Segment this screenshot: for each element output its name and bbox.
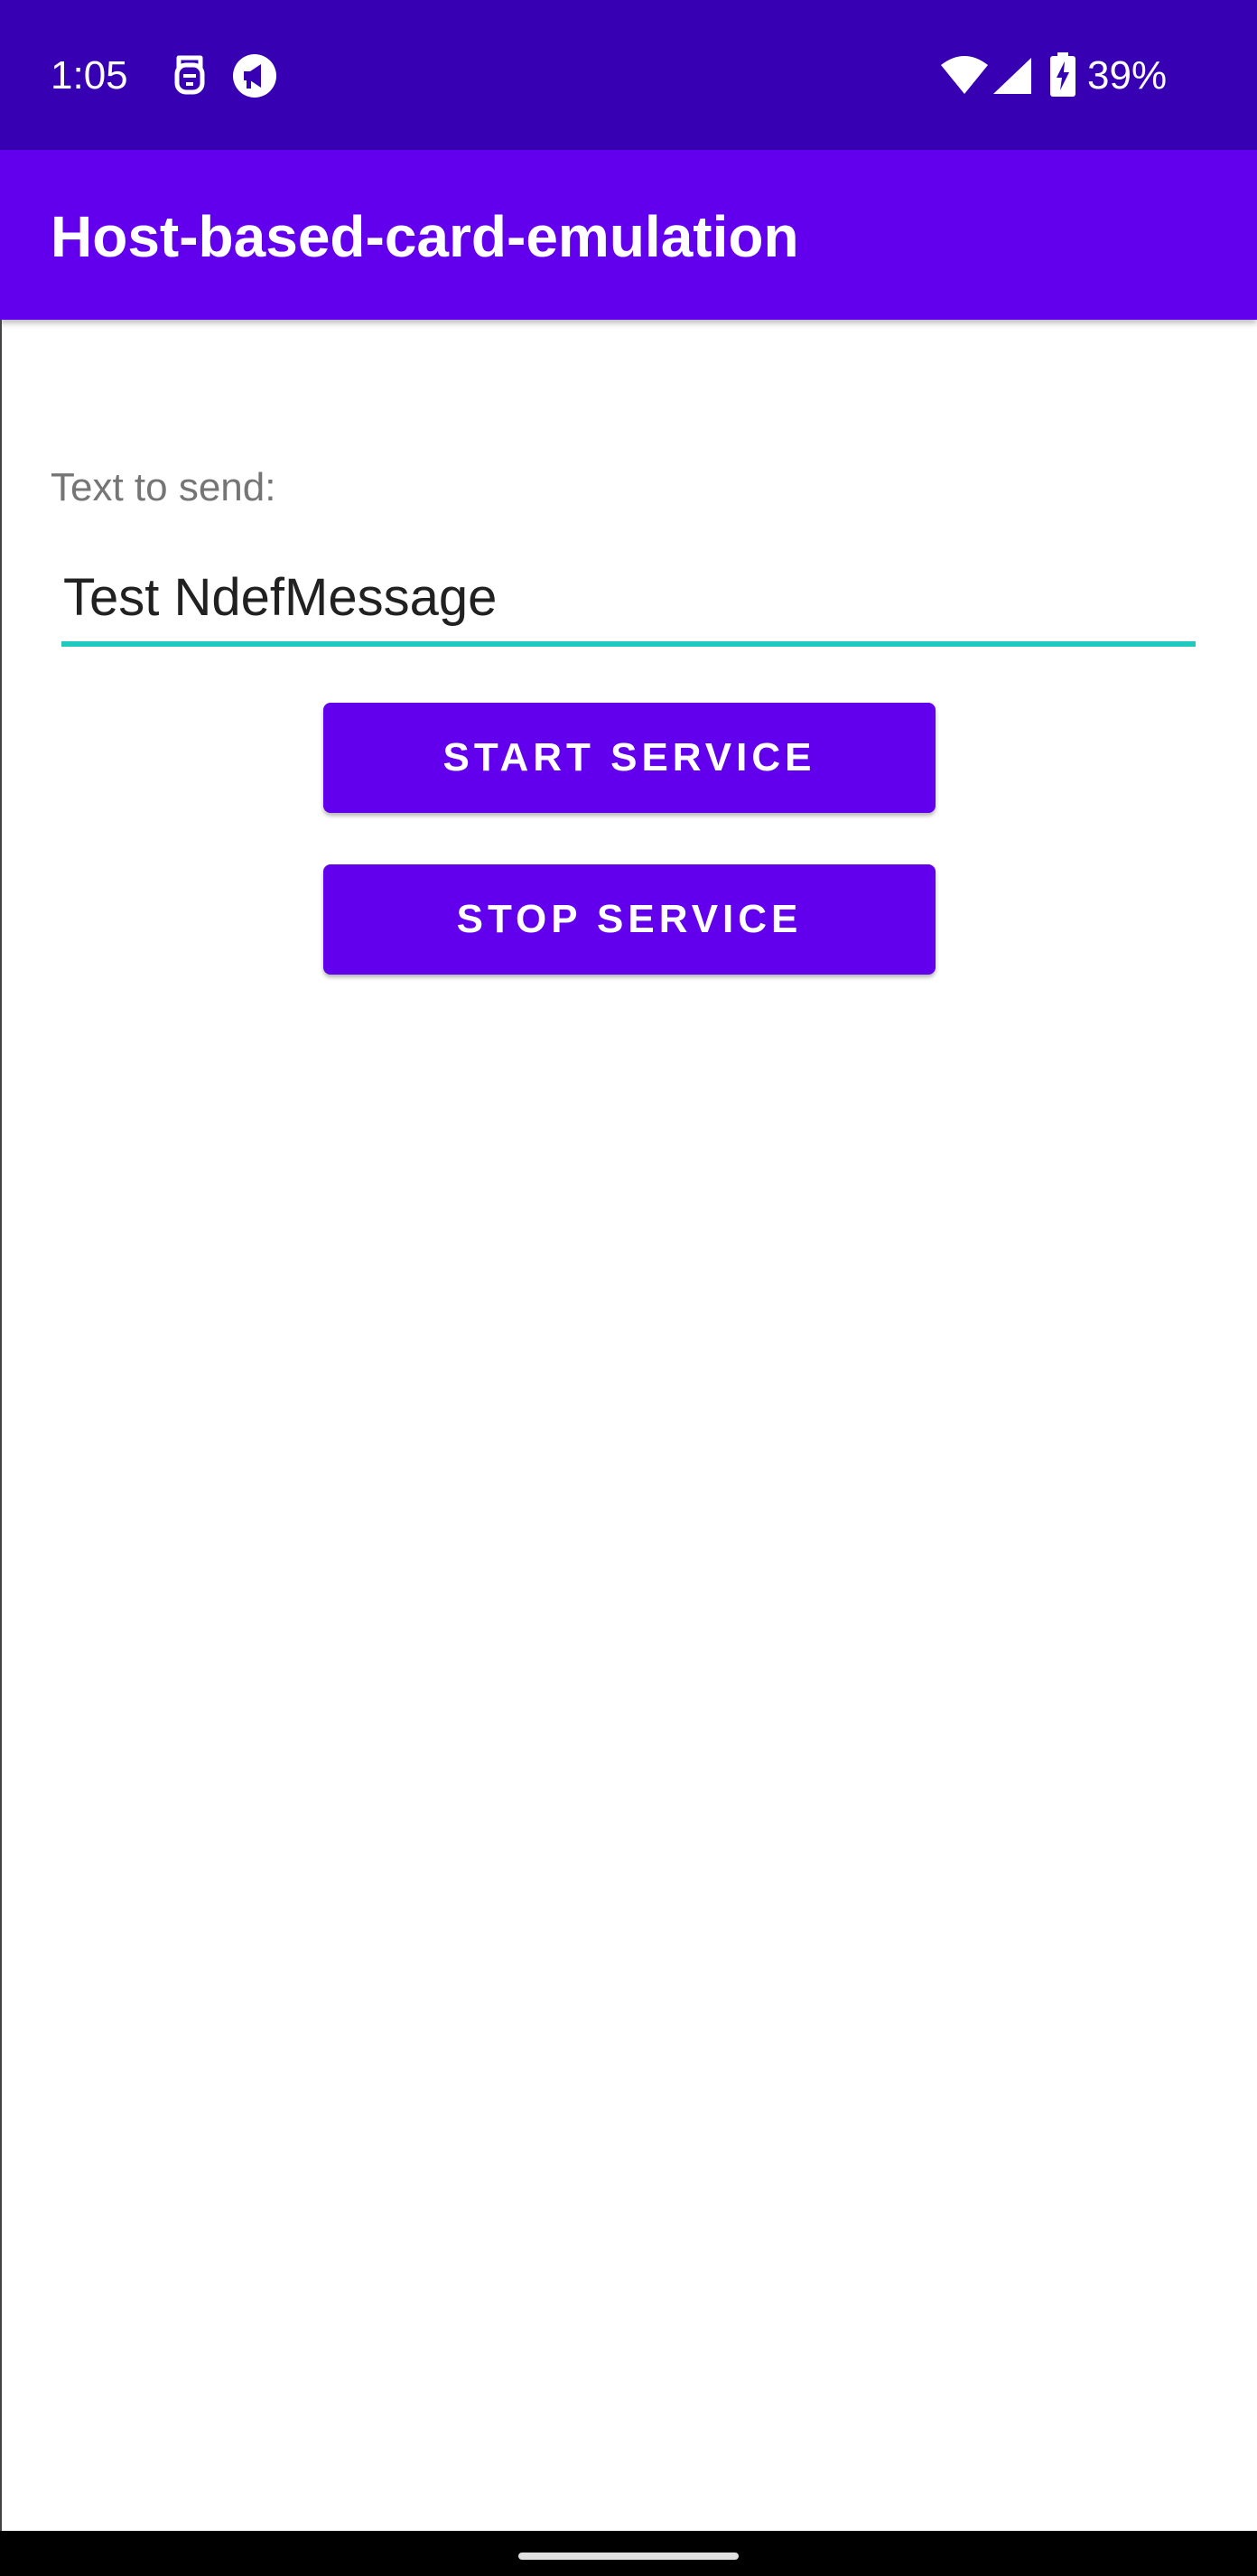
- battery-charging-icon: [1049, 52, 1076, 98]
- text-to-send-value[interactable]: Test NdefMessage: [63, 565, 497, 630]
- home-gesture-handle[interactable]: [518, 2553, 739, 2560]
- megaphone-icon: [231, 52, 276, 99]
- app-title: Host-based-card-emulation: [51, 204, 799, 269]
- text-to-send-input[interactable]: Test NdefMessage: [61, 558, 1196, 649]
- window-edge: [0, 320, 2, 2531]
- app-screen: 1:05 39% Host-based-card-emulation Text …: [0, 0, 1257, 2576]
- battery-percentage: 39%: [1087, 53, 1168, 98]
- status-time: 1:05: [51, 53, 128, 98]
- text-to-send-label: Text to send:: [51, 465, 276, 509]
- cellular-signal-icon: [992, 56, 1033, 96]
- input-underline: [61, 641, 1196, 647]
- navigation-bar: [0, 2531, 1257, 2576]
- stop-service-button[interactable]: STOP SERVICE: [323, 864, 936, 975]
- wifi-icon: [939, 56, 990, 96]
- status-bar: 1:05 39%: [0, 0, 1257, 150]
- app-toolbar: Host-based-card-emulation: [0, 150, 1257, 320]
- start-service-button[interactable]: START SERVICE: [323, 703, 936, 813]
- face-unlock-icon: [168, 52, 211, 99]
